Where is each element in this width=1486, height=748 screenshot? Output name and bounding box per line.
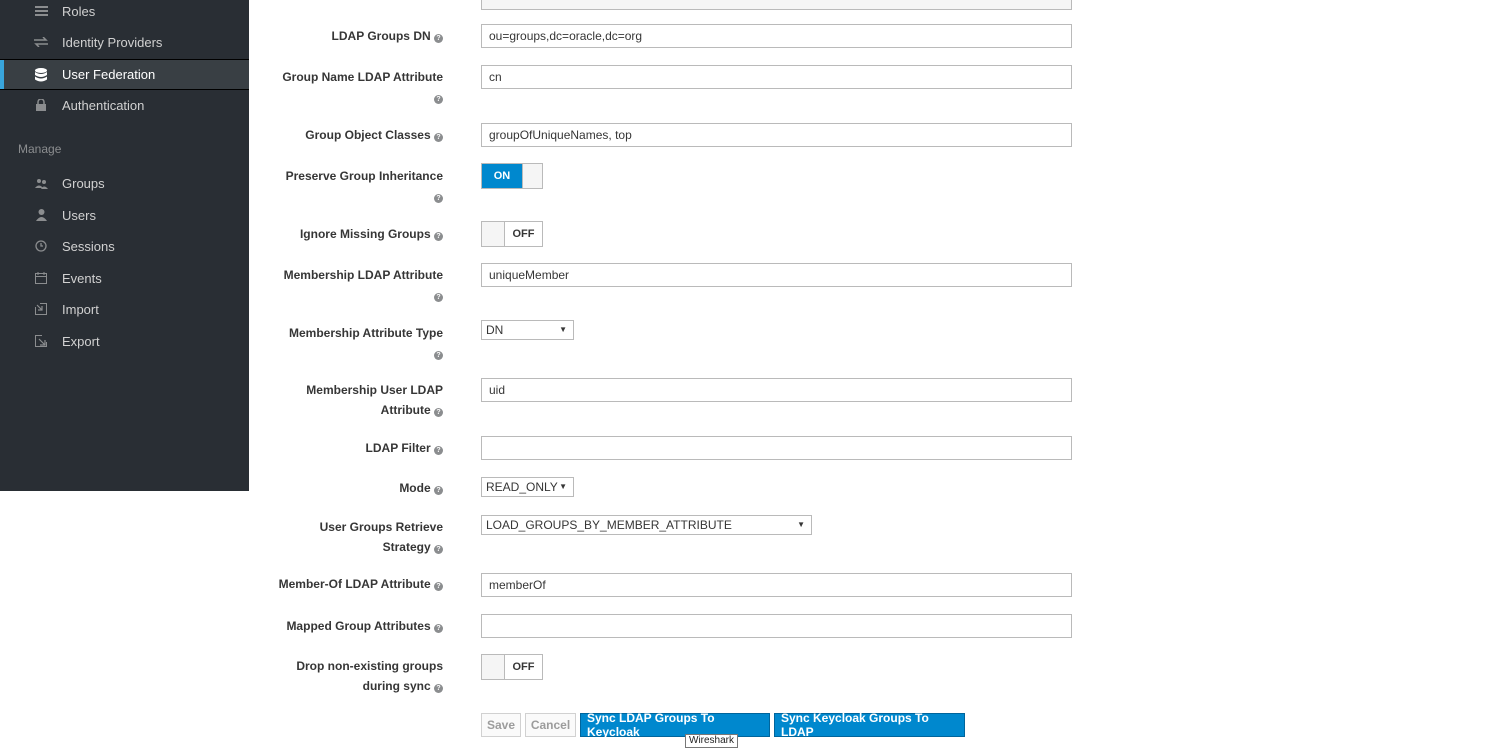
import-icon xyxy=(34,302,48,316)
drop-nonexisting-toggle[interactable]: OFF xyxy=(481,654,543,680)
sidebar: Roles Identity Providers User Federation… xyxy=(0,0,249,491)
cut-off-field[interactable] xyxy=(481,0,1072,10)
toggle-off-label: OFF xyxy=(505,655,542,679)
sidebar-item-authentication[interactable]: Authentication xyxy=(0,90,249,120)
group-object-classes-input[interactable]: groupOfUniqueNames, top xyxy=(481,123,1072,147)
sidebar-item-users[interactable]: Users xyxy=(0,200,249,230)
field-label: Group Name LDAP Attribute? xyxy=(282,70,443,104)
help-icon[interactable]: ? xyxy=(434,624,443,633)
sidebar-item-label: User Federation xyxy=(62,67,156,82)
sidebar-item-events[interactable]: Events xyxy=(0,263,249,293)
mode-select[interactable]: READ_ONLY ▼ xyxy=(481,477,574,497)
calendar-icon xyxy=(34,271,48,285)
select-value: READ_ONLY xyxy=(486,480,558,494)
help-icon[interactable]: ? xyxy=(434,293,443,302)
sidebar-item-import[interactable]: Import xyxy=(0,294,249,324)
sync-ldap-to-keycloak-button[interactable]: Sync LDAP Groups To Keycloak xyxy=(580,711,770,739)
field-label: Preserve Group Inheritance? xyxy=(285,169,443,203)
sidebar-item-label: Import xyxy=(62,301,99,317)
help-icon[interactable]: ? xyxy=(434,446,443,455)
field-label: Mode ? xyxy=(263,478,443,498)
sidebar-item-identity-providers[interactable]: Identity Providers xyxy=(0,27,249,57)
dropdown-arrow-icon: ▼ xyxy=(797,520,805,529)
export-icon xyxy=(34,334,48,348)
sidebar-section-manage: Manage xyxy=(18,142,62,156)
help-icon[interactable]: ? xyxy=(434,351,443,360)
clock-icon xyxy=(34,239,48,253)
membership-attr-input[interactable]: uniqueMember xyxy=(481,263,1072,287)
field-label: Membership LDAP Attribute? xyxy=(283,268,443,302)
sidebar-item-label: Sessions xyxy=(62,238,115,254)
help-icon[interactable]: ? xyxy=(434,194,443,203)
group-name-attr-input[interactable]: cn xyxy=(481,65,1072,89)
groups-icon xyxy=(34,176,48,190)
membership-user-attr-input[interactable]: uid xyxy=(481,378,1072,402)
field-label: LDAP Filter ? xyxy=(263,438,443,458)
user-icon xyxy=(34,208,48,222)
mapped-group-attrs-input[interactable] xyxy=(481,614,1072,638)
help-icon[interactable]: ? xyxy=(434,95,443,104)
tooltip: Wireshark xyxy=(685,734,739,748)
cancel-button[interactable]: Cancel xyxy=(525,713,576,737)
field-label: LDAP Groups DN ? xyxy=(263,26,443,46)
select-value: LOAD_GROUPS_BY_MEMBER_ATTRIBUTE xyxy=(486,518,732,532)
toggle-knob xyxy=(482,222,505,246)
sidebar-item-user-federation[interactable]: User Federation xyxy=(0,59,249,90)
field-label: Membership User LDAP Attribute ? xyxy=(306,383,443,417)
help-icon[interactable]: ? xyxy=(434,545,443,554)
field-label: Membership Attribute Type? xyxy=(288,326,443,360)
help-icon[interactable]: ? xyxy=(434,232,443,241)
dropdown-arrow-icon: ▼ xyxy=(559,325,567,334)
member-of-attr-input[interactable]: memberOf xyxy=(481,573,1072,597)
help-icon[interactable]: ? xyxy=(434,133,443,142)
help-icon[interactable]: ? xyxy=(434,486,443,495)
sidebar-item-label: Roles xyxy=(62,3,96,19)
help-icon[interactable]: ? xyxy=(434,684,443,693)
sidebar-item-export[interactable]: Export xyxy=(0,326,249,356)
retrieve-strategy-select[interactable]: LOAD_GROUPS_BY_MEMBER_ATTRIBUTE ▼ xyxy=(481,515,812,535)
sidebar-item-label: Identity Providers xyxy=(62,34,163,50)
sidebar-item-label: Groups xyxy=(62,175,105,191)
field-label: Mapped Group Attributes ? xyxy=(263,616,443,636)
dropdown-arrow-icon: ▼ xyxy=(559,482,567,491)
sidebar-item-label: Export xyxy=(62,333,100,349)
select-value: DN xyxy=(486,323,504,337)
sidebar-item-label: Events xyxy=(62,270,102,286)
lock-icon xyxy=(34,98,48,112)
save-button[interactable]: Save xyxy=(481,713,521,737)
field-label: Ignore Missing Groups ? xyxy=(263,224,443,244)
sidebar-item-roles[interactable]: Roles xyxy=(0,0,249,26)
toggle-on-label: ON xyxy=(482,164,522,188)
field-label: Member-Of LDAP Attribute ? xyxy=(263,574,443,594)
help-icon[interactable]: ? xyxy=(434,408,443,417)
toggle-knob xyxy=(482,655,505,679)
sidebar-item-sessions[interactable]: Sessions xyxy=(0,231,249,261)
field-label: User Groups Retrieve Strategy ? xyxy=(319,520,443,554)
toggle-off-label: OFF xyxy=(505,222,542,246)
toggle-knob xyxy=(522,164,542,188)
preserve-inheritance-toggle[interactable]: ON xyxy=(481,163,543,189)
ldap-groups-dn-input[interactable]: ou=groups,dc=oracle,dc=org xyxy=(481,24,1072,48)
database-icon xyxy=(34,67,48,82)
ignore-missing-toggle[interactable]: OFF xyxy=(481,221,543,247)
sidebar-item-groups[interactable]: Groups xyxy=(0,168,249,198)
help-icon[interactable]: ? xyxy=(434,34,443,43)
field-label: Drop non-existing groups during sync ? xyxy=(296,659,443,693)
ldap-filter-input[interactable] xyxy=(481,436,1072,460)
exchange-icon xyxy=(34,35,48,49)
help-icon[interactable]: ? xyxy=(434,582,443,591)
sidebar-item-label: Users xyxy=(62,207,96,223)
list-icon xyxy=(34,4,48,18)
membership-attr-type-select[interactable]: DN ▼ xyxy=(481,320,574,340)
sidebar-item-label: Authentication xyxy=(62,97,145,113)
sync-keycloak-to-ldap-button[interactable]: Sync Keycloak Groups To LDAP xyxy=(774,711,965,739)
field-label: Group Object Classes ? xyxy=(263,125,443,145)
